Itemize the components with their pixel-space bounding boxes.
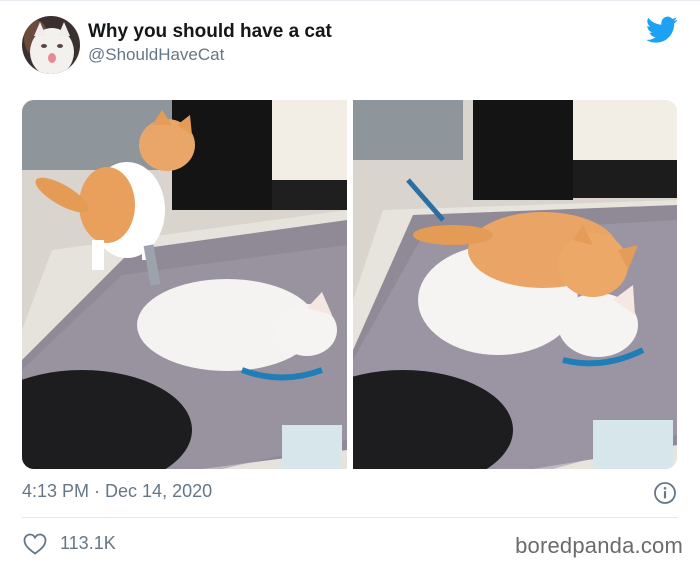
display-name[interactable]: Why you should have a cat — [88, 21, 332, 43]
like-count[interactable]: 113.1K — [60, 533, 116, 554]
tweet-photo-2[interactable] — [353, 100, 677, 469]
avatar[interactable] — [22, 16, 80, 74]
stats-divider — [22, 517, 678, 518]
heart-icon[interactable] — [23, 533, 47, 555]
tweet-card: Why you should have a cat @ShouldHaveCat — [0, 0, 700, 571]
tweet-timestamp[interactable]: 4:13 PM · Dec 14, 2020 — [22, 481, 212, 502]
user-handle[interactable]: @ShouldHaveCat — [88, 45, 224, 65]
twitter-bird-icon[interactable] — [646, 16, 678, 44]
watermark: boredpanda.com — [515, 533, 683, 558]
info-icon[interactable] — [653, 481, 677, 505]
tweet-photo-1[interactable] — [22, 100, 347, 469]
top-divider — [0, 0, 700, 1]
